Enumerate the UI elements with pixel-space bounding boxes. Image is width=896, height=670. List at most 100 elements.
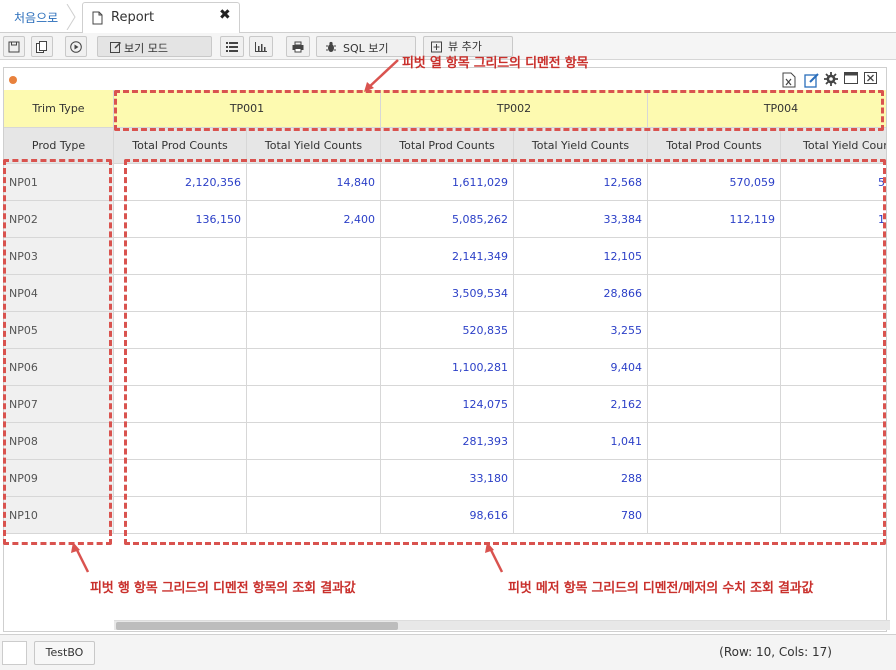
- value-cell: [781, 497, 886, 534]
- play-icon: [70, 40, 82, 53]
- view-mode-label: 보기 모드: [124, 42, 168, 55]
- row-header-cell: NP07: [4, 386, 114, 423]
- value-cell: 14,840: [247, 164, 381, 201]
- value-cell: 33,384: [514, 201, 648, 238]
- measure-header: Total Prod Counts: [381, 128, 514, 164]
- settings-gear-icon[interactable]: [824, 72, 840, 88]
- row-header-cell: NP09: [4, 460, 114, 497]
- value-cell: [648, 275, 781, 312]
- value-cell: 2,141,349: [381, 238, 514, 275]
- panel-toolbar: [782, 72, 886, 88]
- status-box[interactable]: [2, 641, 27, 665]
- row-header-cell: NP06: [4, 349, 114, 386]
- col-group-header: TP001: [114, 90, 381, 128]
- value-cell: 1,041: [514, 423, 648, 460]
- value-cell: 1: [781, 201, 886, 238]
- print-button[interactable]: [286, 36, 310, 57]
- row-header-cell: NP03: [4, 238, 114, 275]
- horizontal-scrollbar[interactable]: [114, 620, 890, 630]
- tab-report[interactable]: Report ✖: [82, 2, 240, 34]
- value-cell: [114, 386, 247, 423]
- value-cell: [247, 238, 381, 275]
- col-dimension-annotation: 피벗 열 항목 그리드의 디멘전 항목: [402, 56, 589, 71]
- value-cell: [247, 423, 381, 460]
- value-cell: 12,568: [514, 164, 648, 201]
- value-cell: 5,085,262: [381, 201, 514, 238]
- add-view-icon: [431, 41, 442, 52]
- value-cell: [648, 460, 781, 497]
- tab-bar: 처음으로 Report ✖: [0, 0, 896, 34]
- chart-view-button[interactable]: [249, 36, 273, 57]
- close-tab-icon[interactable]: ✖: [219, 7, 231, 23]
- value-cell: [781, 312, 886, 349]
- value-cell: [247, 312, 381, 349]
- list-icon: [226, 41, 238, 52]
- value-cell: 570,059: [648, 164, 781, 201]
- close-panel-icon[interactable]: [864, 72, 880, 88]
- status-bar: TestBO (Row: 10, Cols: 17): [0, 634, 896, 670]
- value-cell: [247, 460, 381, 497]
- value-cell: [247, 497, 381, 534]
- document-icon: [92, 11, 103, 25]
- value-cell: 136,150: [114, 201, 247, 238]
- edit-report-icon[interactable]: [804, 72, 820, 88]
- value-cell: 12,105: [514, 238, 648, 275]
- value-cell: 5: [781, 164, 886, 201]
- col-annotation-arrow-icon: [364, 59, 399, 92]
- value-cell: [114, 423, 247, 460]
- col-group-header: TP002: [381, 90, 648, 128]
- row-header-cell: NP02: [4, 201, 114, 238]
- value-cell: [781, 386, 886, 423]
- row-header-cell: NP08: [4, 423, 114, 460]
- tab-label: Report: [111, 10, 155, 25]
- pivot-grid: Trim Type TP001 TP002 TP004 Prod Type To…: [4, 90, 886, 538]
- scrollbar-thumb[interactable]: [116, 622, 398, 630]
- view-mode-button[interactable]: 보기 모드: [97, 36, 212, 57]
- save-button[interactable]: [3, 36, 25, 57]
- value-cell: [781, 238, 886, 275]
- value-cell: [781, 460, 886, 497]
- value-cell: [114, 460, 247, 497]
- value-cell: 98,616: [381, 497, 514, 534]
- value-cell: [247, 349, 381, 386]
- value-cell: [114, 349, 247, 386]
- report-panel: Trim Type TP001 TP002 TP004 Prod Type To…: [3, 67, 890, 632]
- bar-chart-icon: [255, 41, 267, 52]
- value-cell: 2,400: [247, 201, 381, 238]
- row-dimension-annotation: 피벗 행 항목 그리드의 디멘전 항목의 조회 결과값: [90, 581, 356, 596]
- value-cell: 288: [514, 460, 648, 497]
- value-cell: [648, 349, 781, 386]
- row-dimension-header: Prod Type: [4, 128, 114, 164]
- measure-header: Total Prod Counts: [648, 128, 781, 164]
- save-icon: [8, 41, 20, 52]
- home-link[interactable]: 처음으로: [14, 9, 58, 26]
- row-header-cell: NP04: [4, 275, 114, 312]
- copy-icon: [36, 40, 47, 53]
- bug-icon: [326, 41, 336, 52]
- value-cell: [114, 497, 247, 534]
- measure-annotation: 피벗 메저 항목 그리드의 디멘전/메저의 수치 조회 결과값: [508, 581, 814, 596]
- value-cell: 520,835: [381, 312, 514, 349]
- value-cell: 2,162: [514, 386, 648, 423]
- value-cell: [781, 349, 886, 386]
- testbo-button[interactable]: TestBO: [34, 641, 95, 665]
- value-cell: [648, 423, 781, 460]
- run-button[interactable]: [65, 36, 87, 57]
- value-cell: 3,509,534: [381, 275, 514, 312]
- status-dot-icon: [9, 76, 17, 84]
- breadcrumb-separator-icon: [66, 4, 76, 30]
- value-cell: [648, 312, 781, 349]
- value-cell: 112,119: [648, 201, 781, 238]
- measure-header: Total Yield Counts: [514, 128, 648, 164]
- copy-button[interactable]: [31, 36, 53, 57]
- row-annotation-arrow-icon: [71, 542, 90, 573]
- excel-export-icon[interactable]: [782, 72, 798, 88]
- row-header-cell: NP01: [4, 164, 114, 201]
- measure-header: Total Yield Count: [781, 128, 886, 164]
- value-cell: 1,100,281: [381, 349, 514, 386]
- list-view-button[interactable]: [220, 36, 244, 57]
- value-cell: [648, 386, 781, 423]
- maximize-icon[interactable]: [844, 72, 860, 88]
- value-cell: 1,611,029: [381, 164, 514, 201]
- value-cell: 780: [514, 497, 648, 534]
